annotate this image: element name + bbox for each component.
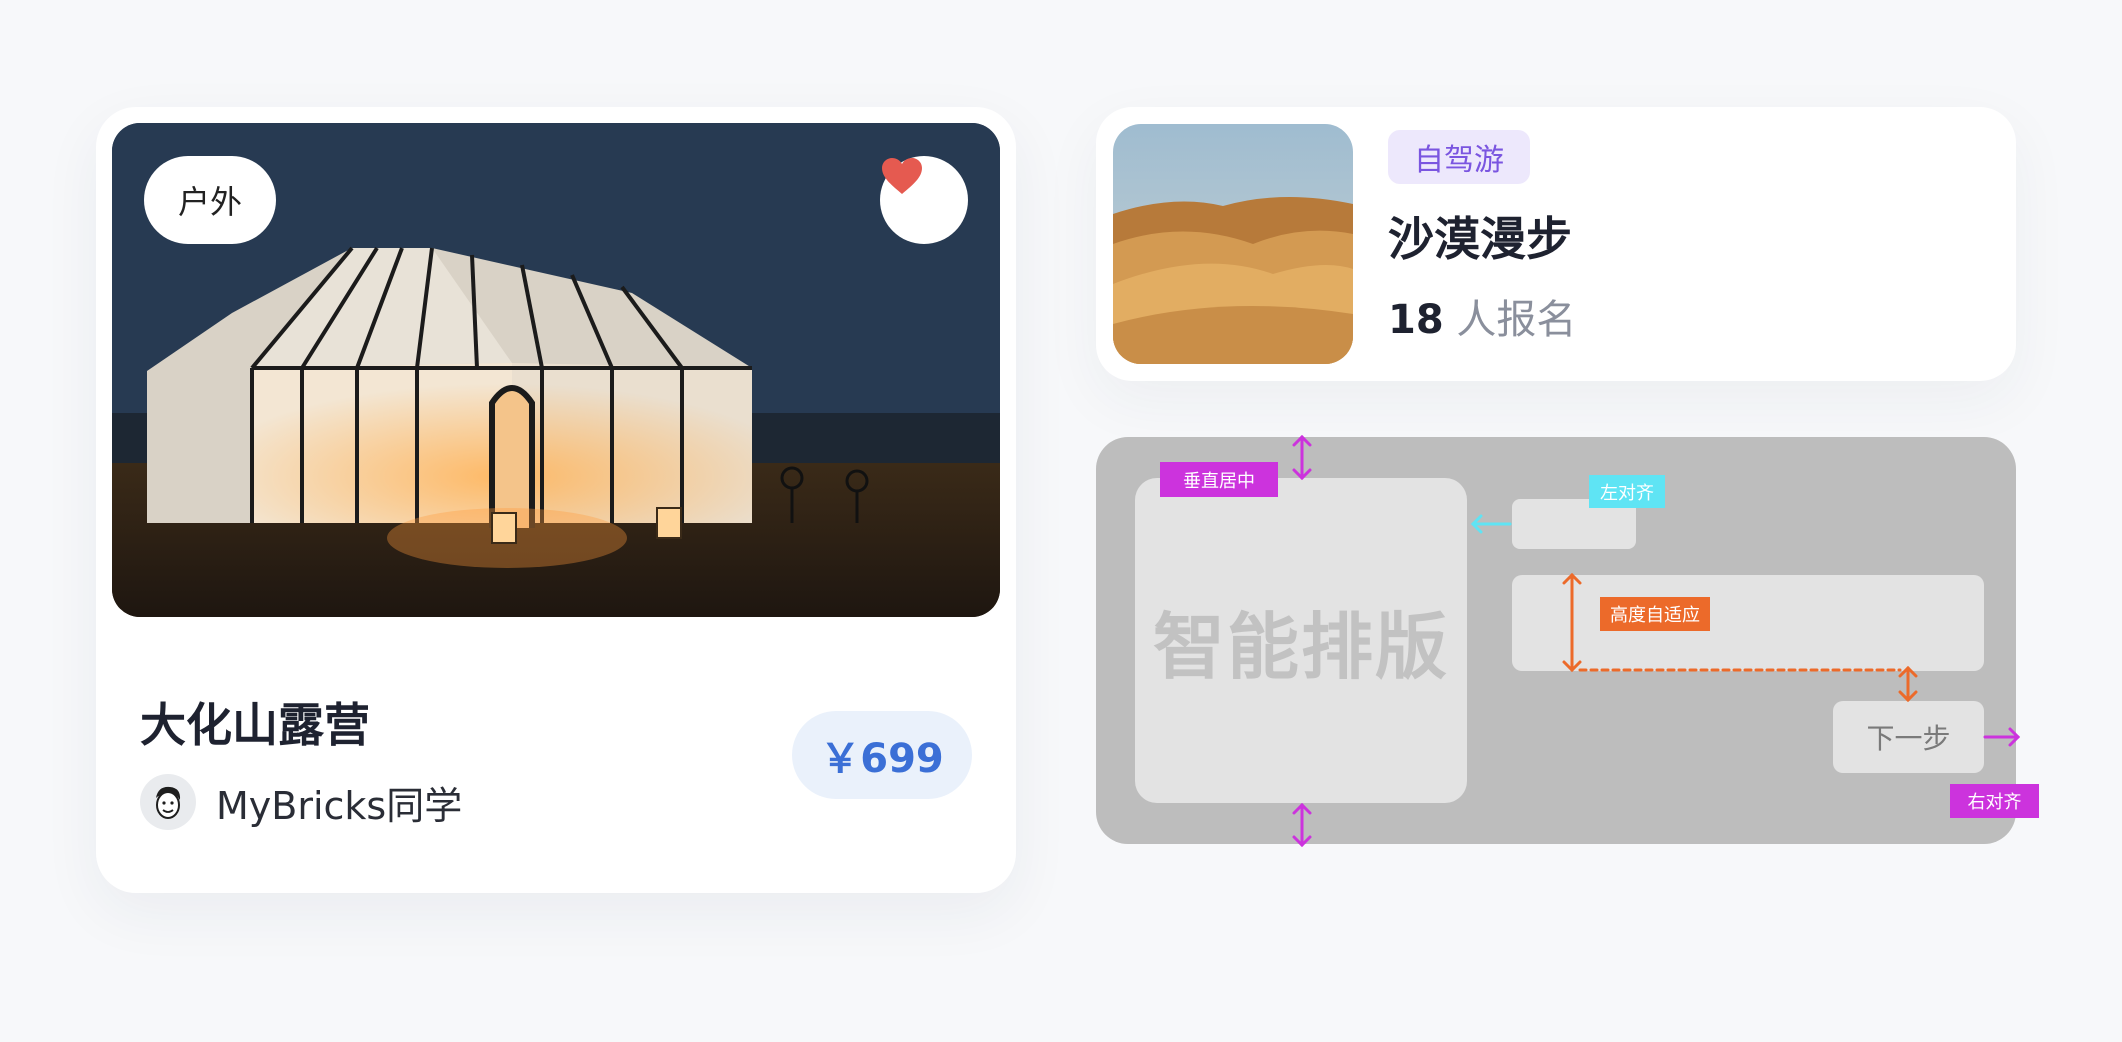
camp-title: 大化山露营 [140,698,370,752]
author-name[interactable]: MyBricks同学 [216,775,462,830]
camp-card[interactable]: 户外 大化山露营 MyBricks同学 ￥699 [96,107,1016,893]
signup-suffix: 人报名 [1443,297,1577,343]
heart-icon [882,158,922,194]
trip-title: 沙漠漫步 [1388,212,1572,266]
annotation-height-adaptive: 高度自适应 [1600,597,1710,631]
annotation-left-align: 左对齐 [1589,475,1665,508]
author-row[interactable]: MyBricks同学 [140,774,462,830]
category-tag[interactable]: 户外 [144,156,276,244]
canvas: 户外 大化山露营 MyBricks同学 ￥699 自驾游 沙漠漫步 18 人报名… [0,0,2122,1042]
signup-number: 18 [1388,297,1444,343]
trip-card[interactable]: 自驾游 沙漠漫步 18 人报名 [1096,107,2016,381]
category-badge[interactable]: 自驾游 [1388,130,1530,184]
signup-count: 18 人报名 [1388,287,1576,345]
annotation-right-align: 右对齐 [1950,784,2039,818]
placeholder-wide [1512,575,1984,671]
desert-photo [1113,124,1353,364]
layout-demo-card: 智能排版 下一步 [1096,437,2016,844]
favorite-button[interactable] [880,156,968,244]
next-step-button[interactable]: 下一步 [1833,701,1984,773]
tent-photo: 户外 [112,123,1000,617]
avatar[interactable] [140,774,196,830]
price-badge[interactable]: ￥699 [792,711,972,799]
annotation-vertical-center: 垂直居中 [1160,462,1278,497]
smart-layout-block: 智能排版 [1135,478,1467,803]
